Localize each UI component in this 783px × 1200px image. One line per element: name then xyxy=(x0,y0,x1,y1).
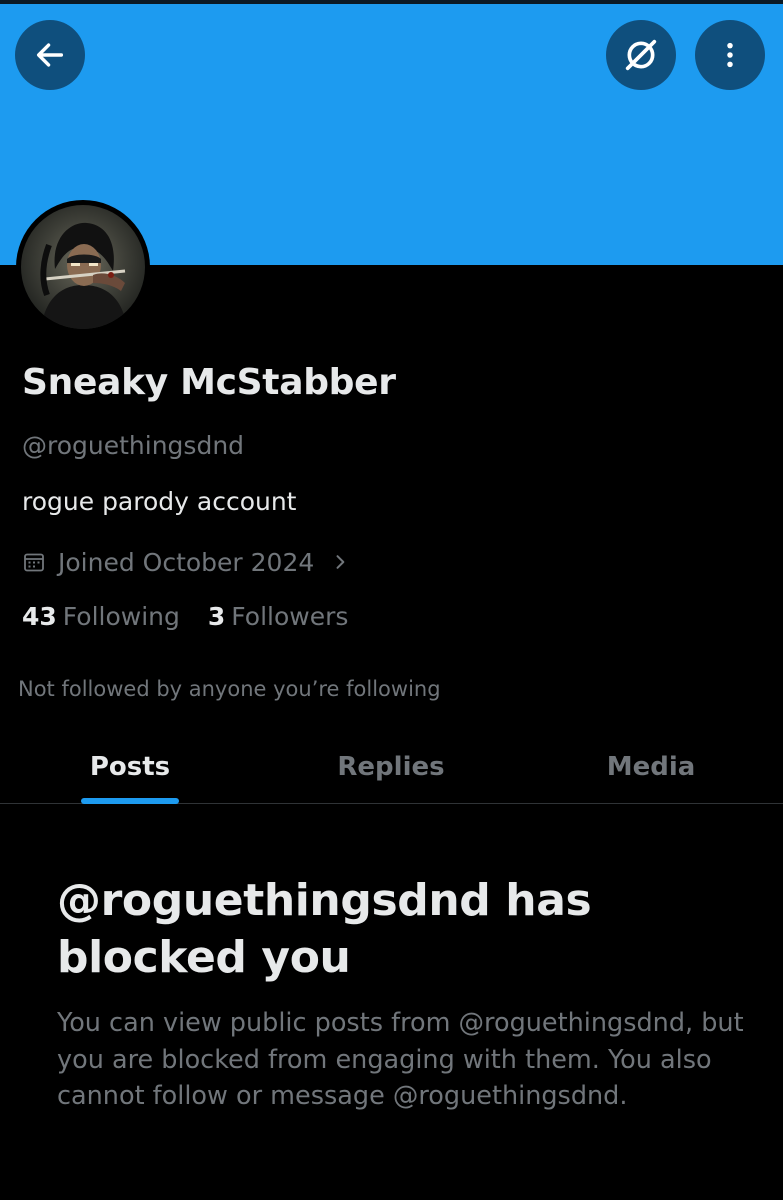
display-name: Sneaky McStabber xyxy=(22,362,396,403)
more-vertical-icon xyxy=(715,40,745,70)
follow-stats: 43 Following 3 Followers xyxy=(22,602,376,631)
chevron-right-icon xyxy=(330,552,350,572)
following-count: 43 xyxy=(22,602,57,631)
avatar-image xyxy=(21,205,145,329)
not-followed-notice: Not followed by anyone you’re following xyxy=(18,677,441,701)
active-tab-indicator xyxy=(81,798,179,804)
tab-posts[interactable]: Posts xyxy=(30,730,230,803)
blocked-title: @roguethingsdnd has blocked you xyxy=(57,875,592,983)
arrow-left-icon xyxy=(33,38,67,72)
grok-slash-icon xyxy=(621,35,661,75)
joined-date-link[interactable]: Joined October 2024 xyxy=(22,545,350,579)
more-options-button[interactable] xyxy=(695,20,765,90)
bio: rogue parody account xyxy=(22,487,297,516)
calendar-icon xyxy=(22,550,46,574)
grok-button[interactable] xyxy=(606,20,676,90)
joined-text: Joined October 2024 xyxy=(58,547,315,577)
tab-replies[interactable]: Replies xyxy=(291,730,491,803)
avatar[interactable] xyxy=(16,200,150,334)
following-label: Following xyxy=(62,602,180,631)
followers-link[interactable]: 3 Followers xyxy=(208,602,349,631)
profile-tabs: Posts Replies Media xyxy=(0,730,783,804)
followers-count: 3 xyxy=(207,602,226,631)
followers-label: Followers xyxy=(231,602,349,631)
following-link[interactable]: 43 Following xyxy=(22,602,180,631)
tab-media[interactable]: Media xyxy=(551,730,751,803)
handle: @roguethingsdnd xyxy=(22,431,245,460)
back-button[interactable] xyxy=(15,20,85,90)
blocked-description: You can view public posts from @roguethi… xyxy=(57,1008,744,1111)
